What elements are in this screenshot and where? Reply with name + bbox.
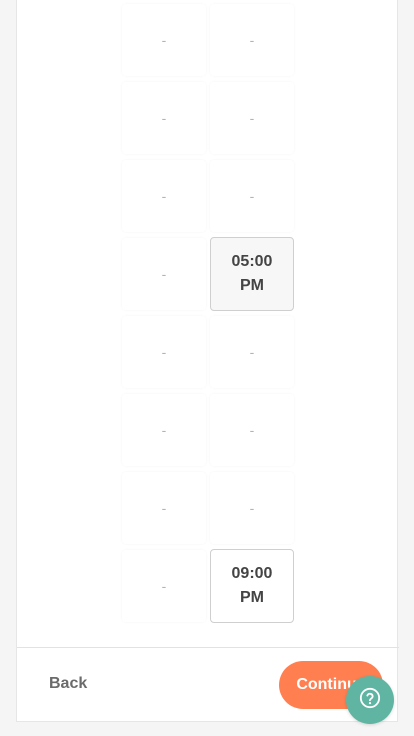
time-slot-empty: - (210, 394, 294, 466)
help-circle-icon (359, 687, 381, 714)
time-slot-empty: - (122, 472, 206, 544)
time-slot-empty: - (122, 82, 206, 154)
time-slot-empty: - (210, 472, 294, 544)
time-slot-empty: - (122, 550, 206, 622)
time-slot-0500pm[interactable]: 05:00 PM (210, 237, 294, 311)
time-slot-empty: - (122, 238, 206, 310)
back-button[interactable]: Back (49, 675, 87, 693)
time-slot-empty: - (210, 4, 294, 76)
time-slot-empty: - (122, 394, 206, 466)
time-slot-empty: - (210, 316, 294, 388)
time-slot-empty: - (210, 160, 294, 232)
help-button[interactable] (346, 676, 394, 724)
time-slot-empty: - (122, 160, 206, 232)
time-slot-empty: - (210, 82, 294, 154)
booking-footer: Back Continue (17, 647, 399, 722)
time-slot-empty: - (122, 316, 206, 388)
time-slot-0900pm[interactable]: 09:00 PM (210, 549, 294, 623)
booking-card: - - - - - - - 05:00 PM - - - - - - - 09:… (16, 0, 399, 722)
time-slot-empty: - (122, 4, 206, 76)
